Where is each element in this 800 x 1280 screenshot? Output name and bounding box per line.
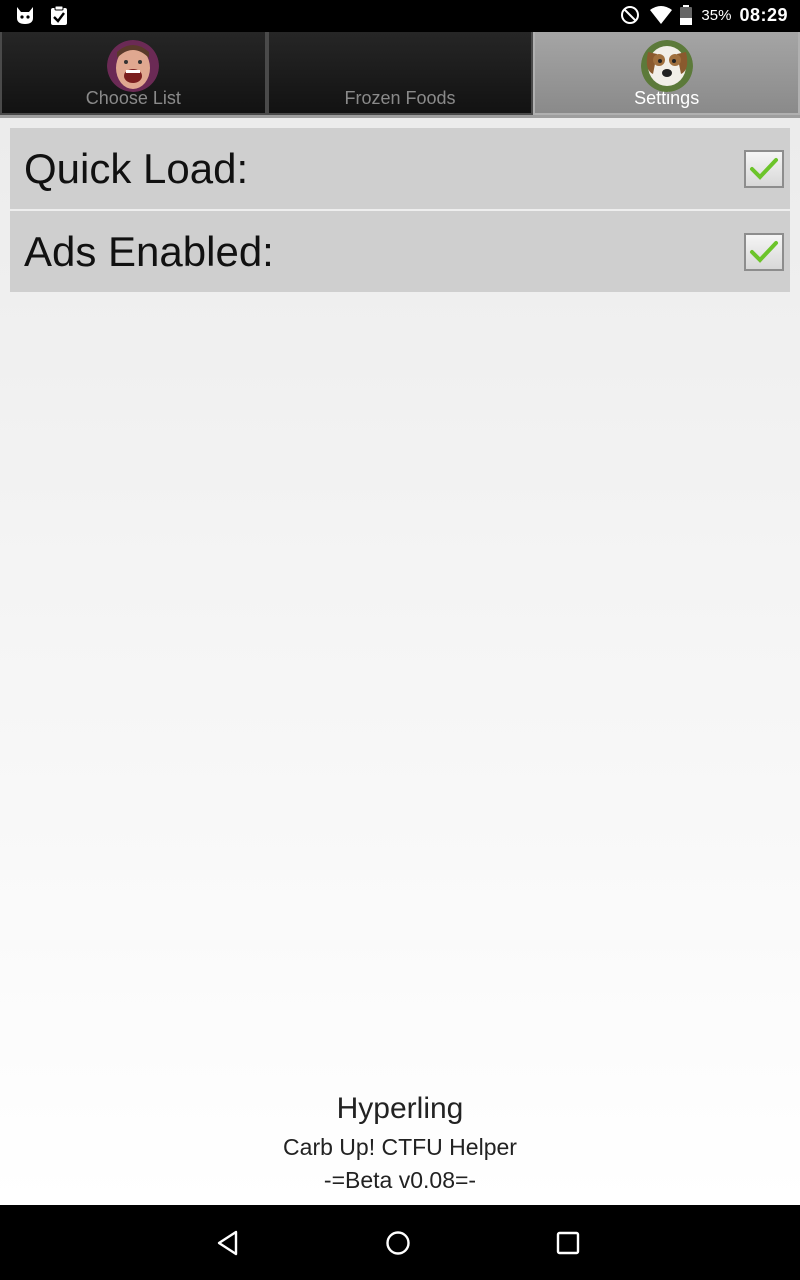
check-icon (750, 240, 778, 263)
cat-icon (14, 5, 36, 27)
home-icon[interactable] (384, 1229, 412, 1257)
app-version: -=Beta v0.08=- (323, 1167, 477, 1193)
setting-label: Ads Enabled: (24, 227, 274, 275)
setting-label: Quick Load: (24, 144, 249, 192)
person-avatar (107, 40, 160, 92)
wifi-icon (649, 4, 673, 26)
navigation-bar (0, 1205, 800, 1280)
recents-icon[interactable] (554, 1229, 582, 1257)
tab-label: Frozen Foods (344, 88, 456, 108)
ads-enabled-checkbox[interactable] (744, 232, 784, 271)
check-icon (750, 157, 778, 180)
tab-choose-list[interactable]: Choose List (0, 32, 267, 115)
quick-load-checkbox[interactable] (744, 149, 784, 188)
tab-settings[interactable]: Settings (533, 32, 800, 115)
battery-percent: 35% (701, 6, 732, 24)
app-name: Carb Up! CTFU Helper (283, 1134, 517, 1160)
battery-icon (679, 4, 693, 26)
settings-panel: Quick Load: Ads Enabled: Hyperling Carb … (0, 118, 800, 1205)
status-bar: 35% 08:29 (0, 0, 800, 32)
setting-quick-load[interactable]: Quick Load: (10, 128, 790, 209)
dog-avatar (640, 40, 693, 92)
clipboard-check-icon (48, 5, 70, 27)
clock: 08:29 (739, 4, 788, 25)
tab-bar: Choose List Frozen Foods Settings (0, 32, 800, 118)
developer-name: Hyperling (336, 1092, 464, 1125)
setting-ads-enabled[interactable]: Ads Enabled: (10, 211, 790, 292)
tab-frozen-foods[interactable]: Frozen Foods (266, 32, 534, 115)
do-not-disturb-icon (619, 4, 641, 26)
back-icon[interactable] (214, 1229, 242, 1257)
